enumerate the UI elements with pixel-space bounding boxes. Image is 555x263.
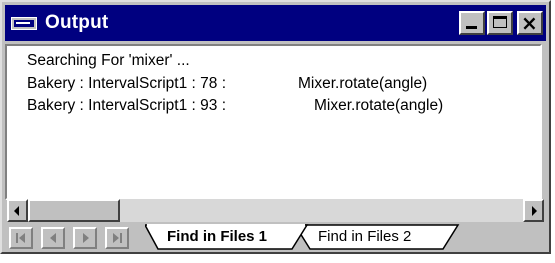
scroll-left-button[interactable]: [7, 199, 28, 222]
close-icon: ×: [521, 11, 538, 35]
tab-bar: Find in Files 1 Find in Files 2: [7, 224, 544, 250]
result-match[interactable]: Mixer.rotate(angle): [314, 97, 443, 115]
previous-tab-button[interactable]: [41, 227, 65, 249]
horizontal-scrollbar[interactable]: [7, 199, 544, 222]
scroll-right-button[interactable]: [523, 199, 544, 222]
next-tab-icon: [83, 233, 89, 243]
tab-strip: Find in Files 1 Find in Files 2: [145, 224, 465, 250]
scroll-right-icon: [532, 206, 537, 216]
close-button[interactable]: ×: [517, 11, 543, 35]
result-location[interactable]: Bakery : IntervalScript1 : 93 :: [27, 97, 226, 115]
maximize-icon: [493, 16, 507, 28]
last-tab-button[interactable]: [105, 227, 129, 249]
scroll-left-icon: [14, 206, 19, 216]
minimize-button[interactable]: [459, 11, 485, 35]
title-bar[interactable]: Output ×: [5, 5, 546, 41]
maximize-button[interactable]: [487, 11, 513, 35]
window-title: Output: [45, 12, 109, 33]
minimize-icon: [466, 26, 477, 29]
scroll-thumb[interactable]: [28, 199, 120, 222]
result-match[interactable]: Mixer.rotate(angle): [298, 75, 427, 93]
tab-find-in-files-2[interactable]: Find in Files 2: [318, 228, 411, 245]
first-tab-button[interactable]: [9, 227, 33, 249]
previous-tab-icon: [50, 233, 56, 243]
tab-find-in-files-1[interactable]: Find in Files 1: [167, 228, 267, 245]
search-status-line: Searching For 'mixer' ...: [27, 52, 190, 69]
result-location[interactable]: Bakery : IntervalScript1 : 78 :: [27, 75, 226, 93]
output-window-icon[interactable]: [11, 16, 37, 30]
title-bar-controls: ×: [459, 11, 543, 35]
output-text-area[interactable]: Searching For 'mixer' ... Bakery : Inter…: [5, 44, 542, 200]
next-tab-button[interactable]: [73, 227, 97, 249]
